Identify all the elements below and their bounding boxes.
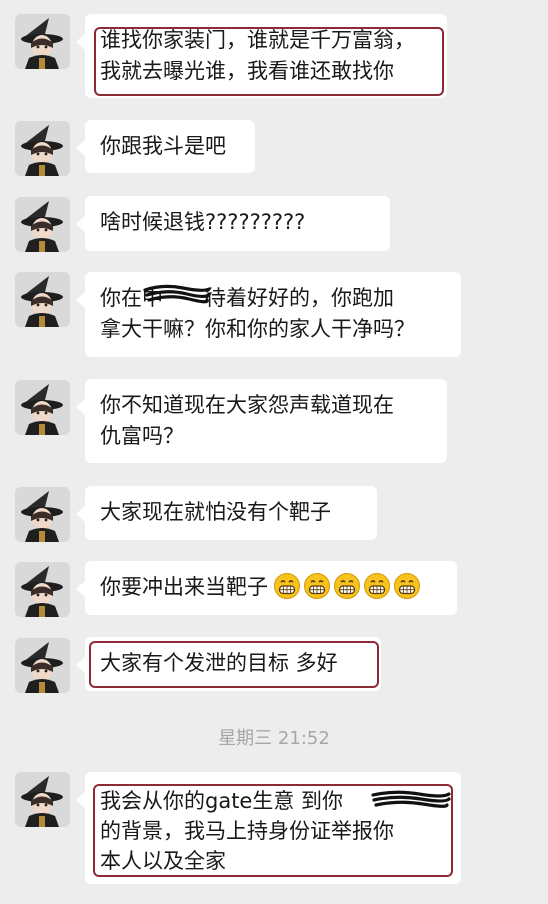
message-bubble[interactable]: 你不知道现在大家怨声载道现在 仇富吗？: [76, 379, 447, 463]
message-bubble[interactable]: 你要冲出来当靶子: [76, 561, 457, 615]
grinning-emoji-icon: [274, 573, 300, 599]
witch-avatar-icon: [15, 14, 70, 69]
witch-avatar-icon: [15, 772, 70, 827]
avatar[interactable]: [15, 638, 70, 693]
avatar[interactable]: [15, 14, 70, 69]
message-text: 待着好好的，你跑加: [205, 286, 394, 310]
witch-avatar-icon: [15, 562, 70, 617]
grinning-emoji-icon: [394, 573, 420, 599]
avatar[interactable]: [15, 121, 70, 176]
message-text: 你要冲出来当靶子: [100, 575, 268, 599]
redaction-scribble: [143, 284, 211, 304]
witch-avatar-icon: [15, 272, 70, 327]
message-text: 你跟我斗是吧: [100, 134, 226, 158]
message-text: 大家现在就怕没有个靶子: [100, 500, 331, 524]
message-text: 拿大干嘛？你和你的家人干净吗？: [100, 317, 415, 341]
avatar[interactable]: [15, 197, 70, 252]
avatar[interactable]: [15, 772, 70, 827]
avatar[interactable]: [15, 272, 70, 327]
avatar[interactable]: [15, 562, 70, 617]
grinning-emoji-icon: [334, 573, 360, 599]
witch-avatar-icon: [15, 197, 70, 252]
message-bubble[interactable]: 啥时候退钱?????????: [76, 196, 390, 251]
timestamp: 星期三 21:52: [218, 728, 330, 749]
witch-avatar-icon: [15, 638, 70, 693]
highlight-box: [89, 641, 379, 688]
message-bubble[interactable]: 你跟我斗是吧: [76, 120, 255, 173]
message-text: 啥时候退钱?????????: [100, 210, 306, 234]
message-bubble[interactable]: 大家现在就怕没有个靶子: [76, 486, 377, 540]
avatar[interactable]: [15, 487, 70, 542]
avatar[interactable]: [15, 380, 70, 435]
message-text: 你不知道现在大家怨声载道现在: [100, 393, 394, 417]
message-bubble[interactable]: 你在中 待着好好的，你跑加 拿大干嘛？你和你的家人干净吗？: [76, 272, 461, 357]
witch-avatar-icon: [15, 121, 70, 176]
witch-avatar-icon: [15, 487, 70, 542]
witch-avatar-icon: [15, 380, 70, 435]
highlight-box: [93, 784, 453, 877]
grinning-emoji-icon: [304, 573, 330, 599]
grinning-emoji-icon: [364, 573, 390, 599]
highlight-box: [94, 27, 444, 96]
message-text: 仇富吗？: [100, 424, 184, 448]
